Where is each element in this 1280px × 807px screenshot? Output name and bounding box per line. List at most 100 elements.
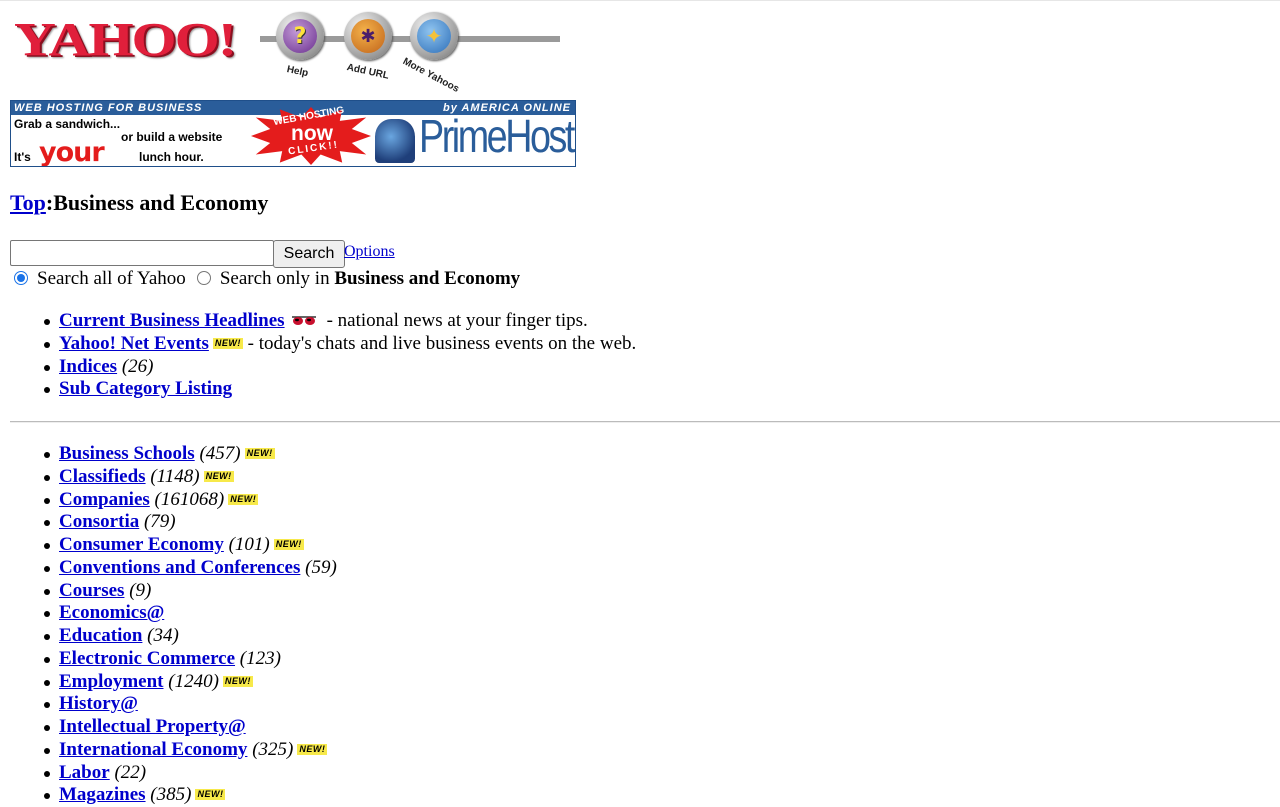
category-count: (101) <box>228 534 270 555</box>
category-count: (1148) <box>150 465 200 487</box>
bullet <box>44 565 50 572</box>
new-badge: NEW! <box>212 337 243 349</box>
category-link[interactable]: Magazines <box>59 784 146 805</box>
header: YAHOO! ? Help ✱ Add URL ✦ More Yahoos <box>10 10 570 95</box>
new-badge: NEW! <box>273 539 304 550</box>
category-item: International Economy (325) NEW! <box>44 739 337 762</box>
category-count: (325) <box>252 738 294 760</box>
more-yahoos-button[interactable]: ✦ <box>410 12 458 60</box>
category-count: (385) <box>150 784 192 806</box>
add-url-button[interactable]: ✱ <box>344 12 392 60</box>
category-link[interactable]: History@ <box>59 693 138 714</box>
bullet <box>44 725 50 731</box>
bullet <box>44 543 50 549</box>
category-link[interactable]: Intellectual Property@ <box>59 716 246 737</box>
category-link[interactable]: International Economy <box>59 739 247 760</box>
yahoo-net-events-link[interactable]: Yahoo! Net Events <box>59 333 209 354</box>
category-link[interactable]: Companies <box>59 489 150 510</box>
banner-your: your <box>39 137 105 167</box>
category-item: Classifieds (1148) NEW! <box>44 466 337 489</box>
bullet <box>44 611 50 618</box>
category-link[interactable]: Business Schools <box>59 443 195 464</box>
options-link[interactable]: Options <box>344 243 395 261</box>
bullet <box>44 364 50 371</box>
help-label[interactable]: Help <box>286 64 309 79</box>
list-item: Current Business Headlines - national new… <box>44 310 636 333</box>
category-item: Intellectual Property@ <box>44 716 337 739</box>
category-count: (22) <box>114 761 147 783</box>
add-url-label[interactable]: Add URL <box>346 62 390 82</box>
help-icon: ? <box>283 19 317 53</box>
more-yahoos-label[interactable]: More Yahoos <box>401 56 461 95</box>
new-badge: NEW! <box>228 493 259 505</box>
bullet <box>44 634 50 640</box>
category-count: (59) <box>305 556 337 578</box>
search-input[interactable] <box>10 240 274 266</box>
sub-category-listing-link[interactable]: Sub Category Listing <box>59 378 232 399</box>
bullet <box>44 770 50 777</box>
indices-link[interactable]: Indices <box>59 356 117 377</box>
category-count: (9) <box>129 579 152 601</box>
category-link[interactable]: Courses <box>59 580 124 601</box>
page-title: Top:Business and Economy <box>10 190 268 216</box>
category-link[interactable]: Economics@ <box>59 602 164 623</box>
primehost-banner-ad[interactable]: WEB HOSTING FOR BUSINESS by AMERICA ONLI… <box>10 100 576 167</box>
bullet <box>44 656 50 663</box>
category-link[interactable]: Conventions and Conferences <box>59 557 300 578</box>
category-link[interactable]: Electronic Commerce <box>59 648 235 669</box>
bullet <box>44 747 50 754</box>
bullet <box>44 474 50 481</box>
search-scope: Search all of Yahoo Search only in Busin… <box>14 268 520 290</box>
category-link[interactable]: Employment <box>59 671 164 692</box>
bullet <box>44 520 50 527</box>
new-badge: NEW! <box>195 789 226 801</box>
list-item: Sub Category Listing <box>44 378 636 401</box>
category-item: Economics@ <box>44 602 337 625</box>
breadcrumb-top-link[interactable]: Top <box>10 190 46 215</box>
headlines-description: - national news at your finger tips. <box>326 310 588 331</box>
search-button[interactable]: Search <box>273 240 345 268</box>
category-count: (34) <box>147 625 179 646</box>
bullet <box>44 341 50 348</box>
category-item: Employment (1240) NEW! <box>44 671 337 694</box>
banner-line3-end: lunch hour. <box>139 150 204 164</box>
category-link[interactable]: Labor <box>59 762 110 783</box>
category-list: Business Schools (457) NEW! Classifieds (1… <box>44 443 337 807</box>
category-link[interactable]: Education <box>59 625 142 646</box>
category-count: (457) <box>199 443 241 464</box>
add-url-icon: ✱ <box>351 19 385 53</box>
globe-icon <box>375 119 415 163</box>
top-border <box>0 0 1280 1</box>
category-item: Education (34) <box>44 625 337 648</box>
radio-search-category-label: Search only in Business and Economy <box>220 268 520 290</box>
bullet <box>44 497 50 504</box>
radio-category-name: Business and Economy <box>334 268 521 289</box>
category-count: (1240) <box>168 670 219 692</box>
bullet <box>44 702 50 709</box>
breadcrumb-current: Business and Economy <box>53 190 269 215</box>
category-link[interactable]: Consortia <box>59 511 139 532</box>
category-link[interactable]: Classifieds <box>59 466 146 487</box>
bullet <box>44 679 50 686</box>
radio-search-all[interactable] <box>14 271 28 285</box>
primehost-logo: PrimeHost <box>419 110 575 162</box>
current-business-headlines-link[interactable]: Current Business Headlines <box>59 310 285 331</box>
bullet <box>44 452 50 458</box>
radio-search-category[interactable] <box>196 271 211 285</box>
new-badge: NEW! <box>203 470 234 482</box>
category-item: History@ <box>44 693 337 716</box>
category-item: Conventions and Conferences (59) <box>44 557 337 580</box>
category-item: Labor (22) <box>44 762 337 785</box>
yahoo-logo[interactable]: YAHOO! <box>14 16 237 64</box>
category-count: (123) <box>239 647 281 669</box>
bullet <box>44 793 50 800</box>
banner-line3-start: It's <box>14 150 31 164</box>
category-item: Consumer Economy (101) NEW! <box>44 534 337 557</box>
category-item: Business Schools (457) NEW! <box>44 443 337 466</box>
category-link[interactable]: Consumer Economy <box>59 534 224 555</box>
item-count: (26) <box>121 355 154 377</box>
help-button[interactable]: ? <box>276 12 324 60</box>
more-yahoos-icon: ✦ <box>417 19 451 53</box>
category-count: (161068) <box>154 488 225 510</box>
net-events-description: - today's chats and live business events… <box>247 332 637 354</box>
